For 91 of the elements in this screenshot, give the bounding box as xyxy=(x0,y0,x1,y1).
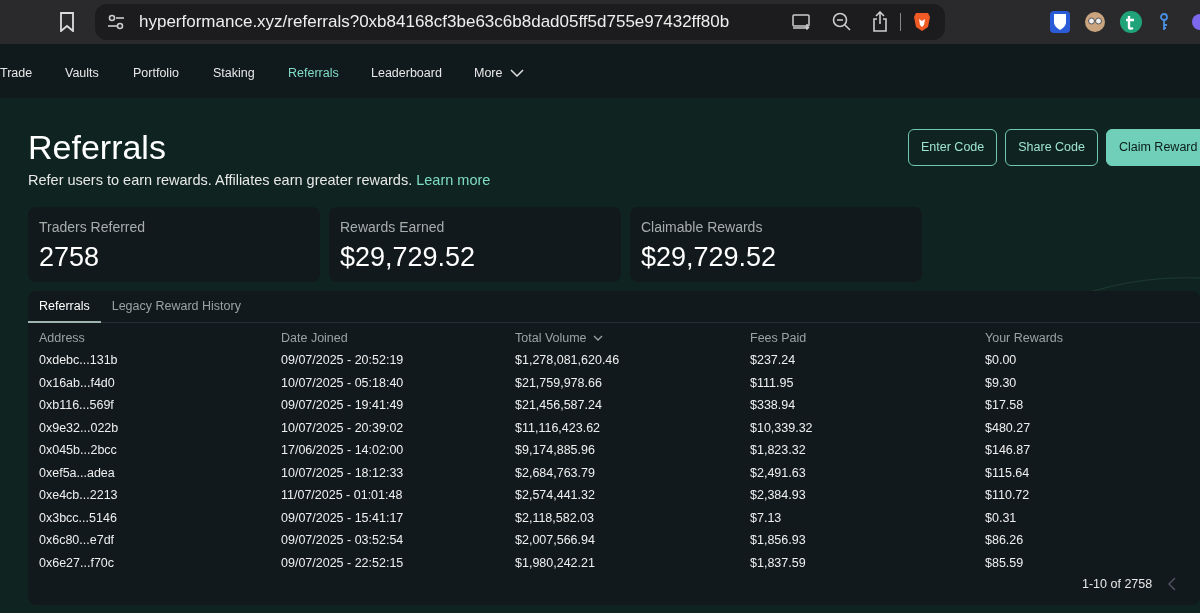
table-cell-text: $86.26 xyxy=(985,532,1024,549)
table-cell-text: $146.87 xyxy=(985,442,1031,459)
table-cell-text: 10/07/2025 - 05:18:40 xyxy=(281,374,404,392)
table-cell-text: $2,384.93 xyxy=(750,487,806,504)
table-cell-text: 0xe4cb...2213 xyxy=(39,487,118,504)
table-cell-text: $21,456,587.24 xyxy=(515,397,602,414)
nav-link[interactable]: Staking xyxy=(213,64,255,83)
tab[interactable]: Legacy Reward History xyxy=(100,291,252,323)
table-cell-text: 0xb116...569f xyxy=(39,397,114,414)
table-cell-text: $338.94 xyxy=(750,397,796,414)
lion-shield-icon[interactable] xyxy=(913,12,931,32)
table-cell-text: $85.59 xyxy=(985,554,1024,572)
table-cell-text: 0x9e32...022b xyxy=(39,419,119,437)
action-button[interactable]: Claim Reward xyxy=(1105,129,1200,166)
table-cell-text: $480.27 xyxy=(985,419,1031,437)
bookmark-icon[interactable] xyxy=(59,12,75,32)
table-cell-text: $10,339.32 xyxy=(750,419,813,437)
stat-value: 2758 xyxy=(39,241,100,274)
stat-label: Traders Referred xyxy=(39,218,146,237)
previous-page-icon[interactable] xyxy=(1168,577,1176,591)
table-cell-text: 09/07/2025 - 15:41:17 xyxy=(281,509,404,527)
table-cell-text: $9,174,885.96 xyxy=(515,442,595,459)
url-text: hyperformance.xyz/referrals?0xb84168cf3be63c6b8dad05ff5d755e97432ff80b xyxy=(139,11,730,34)
table-cell-text: 0x6e27...f70c xyxy=(39,554,115,572)
table-cell-text: 11/07/2025 - 01:01:48 xyxy=(281,487,403,504)
table-cell-text: $0.00 xyxy=(985,352,1017,369)
table-cell-text: $111.95 xyxy=(750,374,794,392)
table-cell-text: $2,007,566.94 xyxy=(515,532,595,549)
zoom-out-icon[interactable] xyxy=(832,12,852,32)
share-icon[interactable] xyxy=(872,11,888,32)
chevron-down-icon xyxy=(510,69,525,78)
table-cell-text: $2,118,582.03 xyxy=(515,509,594,527)
page-subtitle: Refer users to earn rewards. Affiliates earn greater rewards. Learn more xyxy=(28,171,491,190)
table-cell-text: 0x16ab...f4d0 xyxy=(39,374,115,392)
table-cell-text: 0xdebc...131b xyxy=(39,352,118,369)
table-cell-text: $237.24 xyxy=(750,352,796,369)
stat-value: $29,729.52 xyxy=(641,241,777,274)
table-cell-text: $17.58 xyxy=(985,397,1024,414)
nav-link[interactable]: Vaults xyxy=(65,64,99,83)
column-header[interactable]: Date Joined xyxy=(281,329,348,348)
stat-label: Claimable Rewards xyxy=(641,218,763,237)
settings-sliders-icon[interactable] xyxy=(107,14,125,30)
table-cell-text: 10/07/2025 - 20:39:02 xyxy=(281,419,404,437)
table-cell-text: 0x3bcc...5146 xyxy=(39,509,117,527)
table-cell-text: $9.30 xyxy=(985,374,1017,392)
table-cell-text: 09/07/2025 - 03:52:54 xyxy=(281,532,404,549)
nav-link[interactable]: Trade xyxy=(0,64,33,83)
action-button[interactable]: Share Code xyxy=(1005,129,1098,166)
table-cell-text: 09/07/2025 - 22:52:15 xyxy=(281,554,404,572)
table-cell-text: 0xef5a...adea xyxy=(39,464,115,482)
table-cell-text: 09/07/2025 - 20:52:19 xyxy=(281,352,404,369)
table-cell-text: $2,574,441.32 xyxy=(515,487,595,504)
nav-link[interactable]: Portfolio xyxy=(133,64,179,83)
table-cell-text: 0x045b...2bcc xyxy=(39,442,117,459)
table-cell-text: 10/07/2025 - 18:12:33 xyxy=(281,464,404,482)
column-header[interactable]: Your Rewards xyxy=(985,329,1064,348)
avatar-icon[interactable] xyxy=(1085,12,1105,32)
table-cell-text: $11,116,423.62 xyxy=(515,419,601,437)
stat-value: $29,729.52 xyxy=(340,241,476,274)
table-cell-text: $1,278,081,620.46 xyxy=(515,352,620,369)
key-icon[interactable] xyxy=(1159,13,1169,31)
table-cell-text: $1,980,242.21 xyxy=(515,554,595,572)
nav-link[interactable]: Leaderboard xyxy=(371,64,442,83)
column-header[interactable]: Fees Paid xyxy=(750,329,807,348)
table-cell-text: $2,684,763.79 xyxy=(515,464,595,482)
table-cell-text: 09/07/2025 - 19:41:49 xyxy=(281,397,404,414)
stat-label: Rewards Earned xyxy=(340,218,445,237)
table-cell-text: $1,837.59 xyxy=(750,554,806,572)
table-cell-text: $2,491.63 xyxy=(750,464,806,482)
table-cell-text: $7.13 xyxy=(750,509,782,527)
shield-icon[interactable] xyxy=(1050,11,1070,33)
address-bar[interactable]: hyperformance.xyz/referrals?0xb84168cf3be63c6b8dad05ff5d755e97432ff80b xyxy=(95,4,945,40)
page-title: Referrals xyxy=(28,127,166,168)
nav-link[interactable]: Referrals xyxy=(288,64,339,83)
tab[interactable]: Referrals xyxy=(28,291,101,323)
table-cell-text: $110.72 xyxy=(985,487,1030,504)
table-cell-text: $115.64 xyxy=(985,464,1030,482)
learn-more-link[interactable]: Learn more xyxy=(416,172,491,188)
table-cell-text: 0x6c80...e7df xyxy=(39,532,115,549)
action-button[interactable]: Enter Code xyxy=(908,129,998,166)
table-cell-text: 17/06/2025 - 14:02:00 xyxy=(281,442,404,459)
table-cell-text: $1,823.32 xyxy=(750,442,806,459)
table-cell-text: $0.31 xyxy=(985,509,1017,527)
column-header[interactable]: Address xyxy=(39,329,85,348)
table-cell-text: $21,759,978.66 xyxy=(515,374,602,392)
screen-icon[interactable] xyxy=(792,14,812,30)
table-cell-text: $1,856.93 xyxy=(750,532,806,549)
pagination-range: 1-10 of 2758 xyxy=(1082,576,1153,593)
sort-caret-icon xyxy=(592,335,603,342)
nav-link[interactable]: More xyxy=(474,64,525,83)
column-header[interactable]: Total Volume xyxy=(515,329,603,348)
